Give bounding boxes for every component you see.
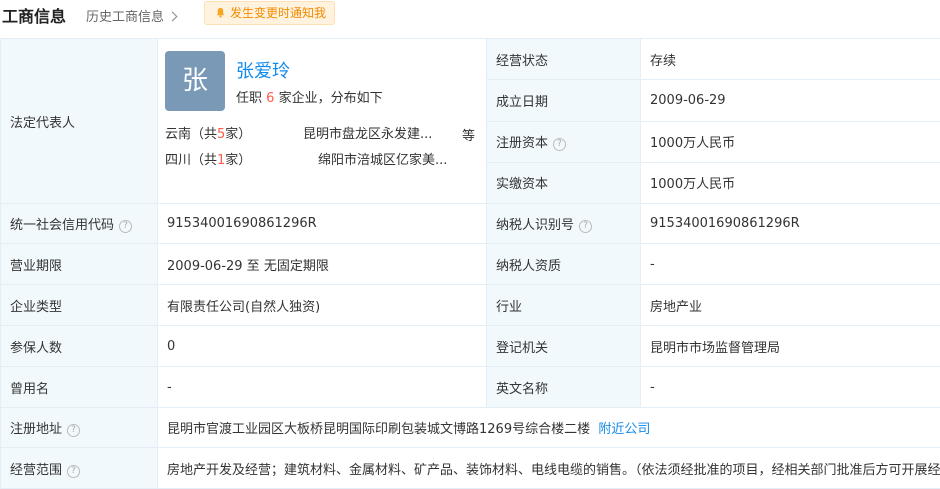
positions-summary: 任职 6 家企业，分布如下 <box>236 87 383 106</box>
industry-value: 房地产业 <box>641 285 940 326</box>
avatar: 张 <box>165 51 225 111</box>
credit-code-label: 统一社会信用代码 <box>10 218 114 233</box>
registration-authority-value: 昆明市市场监督管理局 <box>641 326 940 367</box>
question-circle-icon[interactable]: ? <box>67 465 80 478</box>
region-item: 四川（共1家） <box>165 149 251 168</box>
registration-authority-label: 登记机关 <box>487 326 641 367</box>
region-prefix: 四川（共 <box>165 153 217 168</box>
legal-rep-name-link[interactable]: 张爱玲 <box>236 57 290 83</box>
question-circle-icon[interactable]: ? <box>579 220 592 233</box>
credit-code-label-cell: 统一社会信用代码? <box>1 204 158 244</box>
taxpayer-id-value: 91534001690861296R <box>641 204 940 244</box>
former-name-label: 曾用名 <box>1 367 158 408</box>
registered-capital-label-cell: 注册资本? <box>487 121 641 162</box>
status-label: 经营状态 <box>487 39 641 80</box>
positions-suffix: 家企业，分布如下 <box>279 91 383 106</box>
region-item: 云南（共5家） <box>165 123 251 142</box>
industry-label: 行业 <box>487 285 641 326</box>
taxpayer-qualification-value: - <box>641 244 940 285</box>
taxpayer-qualification-label: 纳税人资质 <box>487 244 641 285</box>
scope-label-cell: 经营范围? <box>1 448 158 489</box>
scope-value: 房地产开发及经营；建筑材料、金属材料、矿产品、装饰材料、电线电缆的销售。（依法须… <box>158 448 940 489</box>
paid-capital-value: 1000万人民币 <box>641 162 940 203</box>
former-name-value: - <box>158 367 487 408</box>
region-suffix: 家） <box>225 153 251 168</box>
chevron-right-icon <box>168 12 178 22</box>
address-label-cell: 注册地址? <box>1 408 158 448</box>
history-link-label: 历史工商信息 <box>86 10 164 25</box>
company-type-label: 企业类型 <box>1 285 158 326</box>
taxpayer-id-label-cell: 纳税人识别号? <box>487 204 641 244</box>
business-term-label: 营业期限 <box>1 244 158 285</box>
question-circle-icon[interactable]: ? <box>67 424 80 437</box>
more-link[interactable]: 等 <box>462 125 475 144</box>
company-type-value: 有限责任公司(自然人独资) <box>158 285 487 326</box>
positions-count: 6 <box>266 91 274 106</box>
legal-rep-label: 法定代表人 <box>1 39 158 204</box>
region-prefix: 云南（共 <box>165 127 217 142</box>
scope-label: 经营范围 <box>10 463 62 478</box>
founded-label: 成立日期 <box>487 80 641 121</box>
taxpayer-id-label: 纳税人识别号 <box>496 218 574 233</box>
founded-value: 2009-06-29 <box>641 80 940 121</box>
address-label: 注册地址 <box>10 422 62 437</box>
region-company-link[interactable]: 绵阳市涪城区亿家美... <box>318 149 447 168</box>
notify-button[interactable]: 发生变更时通知我 <box>204 1 335 25</box>
section-header: 工商信息 历史工商信息 发生变更时通知我 <box>0 0 940 38</box>
business-term-value: 2009-06-29 至 无固定期限 <box>158 244 487 285</box>
registered-capital-value: 1000万人民币 <box>641 121 940 162</box>
status-value: 存续 <box>641 39 940 80</box>
section-title: 工商信息 <box>2 3 66 27</box>
english-name-value: - <box>641 367 940 408</box>
region-company-link[interactable]: 昆明市盘龙区永发建... <box>303 123 432 142</box>
positions-prefix: 任职 <box>236 91 262 106</box>
notify-button-label: 发生变更时通知我 <box>230 6 326 20</box>
insured-count-label: 参保人数 <box>1 326 158 367</box>
credit-code-value: 91534001690861296R <box>158 204 487 244</box>
insured-count-value: 0 <box>158 326 487 367</box>
address-value: 昆明市官渡工业园区大板桥昆明国际印刷包装城文博路1269号综合楼二楼 <box>167 422 590 437</box>
bell-icon <box>215 7 226 18</box>
legal-rep-cell: 张 张爱玲 任职 6 家企业，分布如下 云南（共5家） 昆明市盘龙区永发建...… <box>158 39 487 204</box>
question-circle-icon[interactable]: ? <box>553 138 566 151</box>
question-circle-icon[interactable]: ? <box>119 220 132 233</box>
nearby-companies-link[interactable]: 附近公司 <box>598 422 650 437</box>
address-value-cell: 昆明市官渡工业园区大板桥昆明国际印刷包装城文博路1269号综合楼二楼 附近公司 <box>158 408 940 448</box>
paid-capital-label: 实缴资本 <box>487 162 641 203</box>
business-info-table: 法定代表人 张 张爱玲 任职 6 家企业，分布如下 云南（共5家） 昆明市盘龙区… <box>0 38 940 489</box>
region-suffix: 家） <box>225 127 251 142</box>
registered-capital-label: 注册资本 <box>496 136 548 151</box>
history-link[interactable]: 历史工商信息 <box>86 6 176 25</box>
english-name-label: 英文名称 <box>487 367 641 408</box>
